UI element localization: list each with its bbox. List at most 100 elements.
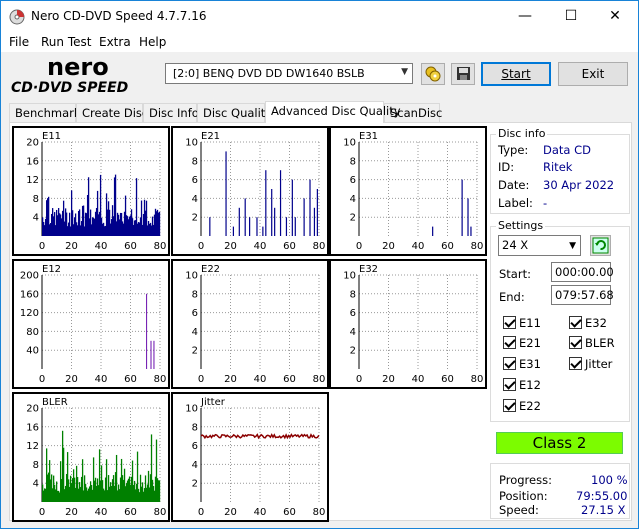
graph-title: Jitter [200, 397, 226, 408]
y-tick-label: 10 [185, 138, 198, 149]
refresh-icon [592, 237, 609, 254]
disc-type-label: Type: [498, 143, 529, 157]
start-time-input[interactable]: 000:00.00 [551, 262, 614, 282]
x-tick-label: 60 [283, 507, 296, 518]
chevron-down-icon: ▼ [569, 241, 576, 251]
x-tick-label: 80 [154, 241, 167, 252]
e31-checkbox[interactable] [503, 357, 516, 370]
jitter-checkbox[interactable] [569, 357, 582, 370]
drive-select[interactable]: [2:0] BENQ DVD DD DW1640 BSLB ▼ [165, 63, 413, 84]
y-tick-label: 120 [20, 308, 39, 319]
title-bar: Nero CD-DVD Speed 4.7.7.16 — ☐ ✕ [1, 1, 638, 32]
y-tick-label: 6 [192, 175, 198, 186]
e11-checkbox[interactable] [503, 316, 516, 329]
tab-create-disc[interactable]: Create Disc [76, 103, 148, 123]
drive-select-value: [2:0] BENQ DVD DD DW1640 BSLB [173, 67, 365, 80]
disc-label-value: - [543, 196, 548, 210]
start-button[interactable]: Start [481, 62, 551, 86]
x-tick-label: 60 [283, 241, 296, 252]
menu-help[interactable]: Help [139, 35, 166, 49]
position-label: Position: [499, 489, 548, 503]
progress-value: 100 % [591, 473, 628, 487]
close-button[interactable]: ✕ [592, 1, 638, 32]
y-tick-label: 20 [26, 138, 39, 149]
bar [158, 211, 161, 236]
maximize-button[interactable]: ☐ [548, 1, 594, 32]
e32-checkbox-label: E32 [585, 316, 607, 330]
y-tick-label: 10 [185, 271, 198, 282]
y-tick-label: 8 [350, 156, 356, 167]
y-tick-label: 16 [26, 422, 39, 433]
graph-bler: BLER 20 16 12 8 4 0 20 40 60 80 [12, 392, 170, 522]
x-tick-label: 0 [198, 374, 204, 385]
x-tick-label: 80 [313, 507, 326, 518]
graph-e12-plot: E12200 160 120 80 40 0 20 40 60 80 [20, 264, 167, 385]
y-tick-label: 12 [26, 175, 39, 186]
x-tick-label: 40 [254, 507, 267, 518]
graph-e22: E22 10 8 6 4 2 0 20 40 60 80 [171, 259, 329, 389]
end-time-label: End: [499, 290, 525, 304]
main-window: Nero CD-DVD Speed 4.7.7.16 — ☐ ✕ File Ru… [0, 0, 639, 529]
eject-button[interactable] [421, 63, 445, 85]
bar [158, 480, 161, 502]
graph-e21-plot: E211086420 20 40 60 80 [185, 131, 326, 252]
y-tick-label: 8 [33, 194, 39, 205]
e22-checkbox-label: E22 [519, 399, 541, 413]
y-tick-label: 4 [33, 479, 39, 490]
x-tick-label: 20 [65, 241, 78, 252]
menu-bar: File Run Test Extra Help [1, 32, 638, 52]
exit-button[interactable]: Exit [558, 62, 628, 86]
position-value: 79:55.00 [576, 489, 628, 503]
e22-checkbox[interactable] [503, 399, 516, 412]
y-tick-label: 200 [20, 271, 39, 282]
graph-title: E21 [201, 131, 220, 142]
menu-extra[interactable]: Extra [99, 35, 131, 49]
y-tick-label: 2 [350, 346, 356, 357]
speed-select-value: 24 X [502, 238, 529, 252]
graph-e21: E21 10 8 6 4 2 0 20 40 60 80 [171, 126, 329, 256]
end-time-input[interactable]: 079:57.68 [551, 285, 614, 305]
tab-disc-quality[interactable]: Disc Quality [197, 103, 272, 123]
tab-benchmark[interactable]: Benchmark [9, 103, 81, 123]
tab-disc-info[interactable]: Disc Info [143, 103, 199, 123]
graph-e11-plot: E11201612840 20 40 60 80 [26, 131, 167, 252]
graph-e31: E31 10 8 6 4 2 0 20 40 60 80 [329, 126, 487, 256]
disc-type-value: Data CD [543, 143, 591, 157]
x-tick-label: 80 [313, 374, 326, 385]
menu-file[interactable]: File [9, 35, 29, 49]
graph-e12: E12 200 160 120 80 40 0 20 40 60 80 [12, 259, 170, 389]
graph-jitter-plot: Jitter1086420 20 40 60 80 [185, 397, 326, 518]
x-tick-label: 0 [198, 241, 204, 252]
refresh-speed-button[interactable] [590, 235, 611, 256]
x-tick-label: 80 [313, 241, 326, 252]
e32-checkbox[interactable] [569, 316, 582, 329]
x-tick-label: 0 [39, 374, 45, 385]
graph-e32: E32 10 8 6 4 2 0 20 40 60 80 [329, 259, 487, 389]
y-tick-label: 2 [192, 213, 198, 224]
floppy-disk-icon [457, 67, 470, 80]
e21-checkbox[interactable] [503, 336, 516, 349]
x-tick-label: 40 [412, 241, 425, 252]
x-tick-label: 80 [471, 374, 484, 385]
x-tick-label: 80 [154, 374, 167, 385]
save-button[interactable] [451, 63, 475, 85]
start-time-value: 000:00.00 [555, 265, 614, 279]
speed-select[interactable]: 24 X ▼ [498, 235, 581, 256]
minimize-button[interactable]: — [502, 1, 548, 32]
y-tick-label: 12 [26, 441, 39, 452]
y-tick-label: 10 [343, 138, 356, 149]
x-tick-label: 20 [65, 374, 78, 385]
x-tick-label: 40 [95, 507, 108, 518]
x-tick-label: 60 [441, 241, 454, 252]
y-tick-label: 6 [192, 441, 198, 452]
x-tick-label: 0 [198, 507, 204, 518]
tab-advanced-disc-quality[interactable]: Advanced Disc Quality [265, 101, 401, 123]
y-tick-label: 6 [350, 308, 356, 319]
x-tick-label: 20 [224, 241, 237, 252]
bler-checkbox[interactable] [569, 336, 582, 349]
e12-checkbox[interactable] [503, 378, 516, 391]
graph-e31-plot: E311086420 20 40 60 80 [343, 131, 483, 252]
x-tick-label: 0 [39, 507, 45, 518]
x-tick-label: 20 [382, 241, 395, 252]
menu-run-test[interactable]: Run Test [41, 35, 91, 49]
